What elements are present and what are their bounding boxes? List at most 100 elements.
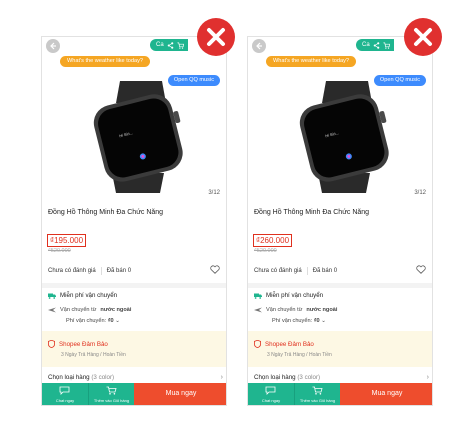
shipping-origin-value: nước ngoài: [100, 307, 132, 313]
back-button[interactable]: [46, 39, 60, 53]
shipping-fee-row[interactable]: Phí vận chuyển: ₫0 ⌄: [272, 318, 326, 324]
rating-text: Chưa có đánh giá: [254, 268, 302, 274]
image-counter: 3/12: [414, 190, 426, 196]
variant-label-row: Chọn loại hàng (3 color): [254, 374, 320, 381]
shield-icon: [48, 340, 55, 348]
plane-icon: [48, 307, 56, 313]
buy-now-button[interactable]: Mua ngay: [134, 383, 226, 405]
share-pill-label: Ca: [156, 42, 164, 48]
share-icon: [167, 41, 173, 49]
variant-label-row: Chọn loại hàng (3 color): [48, 374, 114, 381]
variant-label: Chọn loại hàng: [254, 374, 296, 381]
variant-count: (3 color): [91, 374, 115, 381]
shopee-guarantee-section[interactable]: Shopee Đảm Bảo 3 Ngày Trả Hàng / Hoàn Ti…: [248, 331, 432, 367]
share-icon: [373, 41, 379, 49]
chevron-down-icon: ⌄: [321, 318, 326, 324]
free-shipping-label: Miễn phí vận chuyển: [60, 292, 118, 299]
sold-count: Đã bán 0: [106, 268, 132, 274]
buy-now-button[interactable]: Mua ngay: [340, 383, 432, 405]
share-pill-label: Ca: [362, 42, 370, 48]
add-cart-icon: [312, 386, 323, 395]
truck-icon: [254, 293, 262, 299]
free-shipping-label: Miễn phí vận chuyển: [266, 292, 324, 299]
chat-now-label: Chat ngay: [55, 398, 75, 403]
divider: [100, 267, 102, 275]
guarantee-title: Shopee Đảm Bảo: [265, 340, 314, 348]
shipping-fee-value: ₫0: [107, 318, 114, 324]
chevron-right-icon: ›: [426, 374, 429, 381]
shipping-fee-label: Phí vận chuyển:: [66, 318, 107, 324]
chevron-down-icon: ⌄: [115, 318, 120, 324]
rating-row: Chưa có đánh giá Đã bán 0: [48, 267, 131, 275]
guarantee-title-row: Shopee Đảm Bảo: [48, 340, 108, 348]
rating-row: Chưa có đánh giá Đã bán 0: [254, 267, 337, 275]
product-price: ₫260.000: [253, 234, 293, 247]
product-title: Đồng Hồ Thông Minh Đa Chức Năng: [254, 209, 370, 216]
chat-icon: [59, 386, 70, 395]
guarantee-title-row: Shopee Đảm Bảo: [254, 340, 314, 348]
chevron-right-icon: ›: [220, 374, 223, 381]
comparison-stage: Ca What's the weather like today? Open Q…: [0, 0, 475, 424]
close-button-left[interactable]: [197, 18, 235, 56]
chat-icon: [265, 386, 276, 395]
cart-icon: [177, 42, 184, 49]
add-to-cart-label: Thêm vào Giỏ hàng: [299, 398, 336, 403]
smartwatch-image[interactable]: Hi Siri...: [288, 81, 398, 193]
guarantee-subtitle: 3 Ngày Trả Hàng / Hoàn Tiền: [61, 352, 126, 358]
shipping-origin-prefix: Vận chuyển từ: [266, 307, 303, 313]
add-to-cart-button[interactable]: Thêm vào Giỏ hàng: [294, 383, 340, 405]
heart-icon[interactable]: [210, 265, 220, 274]
bottom-action-bar: Chat ngay Thêm vào Giỏ hàng Mua ngay: [42, 383, 226, 405]
close-icon: [414, 28, 432, 46]
close-button-right[interactable]: [404, 18, 442, 56]
shield-icon: [254, 340, 261, 348]
close-icon: [207, 28, 225, 46]
voice-query-bubble: What's the weather like today?: [60, 56, 151, 67]
guarantee-title: Shopee Đảm Bảo: [59, 340, 108, 348]
variant-selector[interactable]: Chọn loại hàng (3 color) ›: [248, 371, 432, 383]
chat-now-button[interactable]: Chat ngay: [42, 383, 88, 405]
sold-count: Đã bán 0: [312, 268, 338, 274]
free-shipping-row[interactable]: Miễn phí vận chuyển: [48, 292, 117, 299]
shipping-fee-row[interactable]: Phí vận chuyển: ₫0 ⌄: [66, 318, 120, 324]
shipping-origin-prefix: Vận chuyển từ: [60, 307, 97, 313]
bottom-action-bar: Chat ngay Thêm vào Giỏ hàng Mua ngay: [248, 383, 432, 405]
shipping-origin-row: Vận chuyển từ nước ngoài: [254, 307, 337, 313]
free-shipping-row[interactable]: Miễn phí vận chuyển: [254, 292, 323, 299]
guarantee-subtitle: 3 Ngày Trả Hàng / Hoàn Tiền: [267, 352, 332, 358]
shopee-guarantee-section[interactable]: Shopee Đảm Bảo 3 Ngày Trả Hàng / Hoàn Ti…: [42, 331, 226, 367]
section-divider: [248, 283, 432, 288]
heart-icon[interactable]: [416, 265, 426, 274]
shipping-origin-value: nước ngoài: [306, 307, 338, 313]
chat-now-button[interactable]: Chat ngay: [248, 383, 294, 405]
share-pill[interactable]: Ca: [356, 39, 394, 51]
variant-selector[interactable]: Chọn loại hàng (3 color) ›: [42, 371, 226, 383]
product-price: ₫195.000: [47, 234, 87, 247]
variant-label: Chọn loại hàng: [48, 374, 90, 381]
product-screen-left: Ca What's the weather like today? Open Q…: [41, 36, 227, 406]
add-cart-icon: [106, 386, 117, 395]
back-button[interactable]: [252, 39, 266, 53]
original-price: ₫520.000: [254, 248, 277, 254]
add-to-cart-label: Thêm vào Giỏ hàng: [93, 398, 130, 403]
arrow-left-icon: [50, 42, 56, 50]
variant-count: (3 color): [297, 374, 321, 381]
plane-icon: [254, 307, 262, 313]
arrow-left-icon: [256, 42, 262, 50]
product-title: Đồng Hồ Thông Minh Đa Chức Năng: [48, 209, 164, 216]
shipping-fee-value: ₫0: [313, 318, 320, 324]
share-pill[interactable]: Ca: [150, 39, 188, 51]
voice-query-bubble: What's the weather like today?: [266, 56, 357, 67]
section-divider: [42, 283, 226, 288]
image-counter: 3/12: [208, 190, 220, 196]
divider: [306, 267, 308, 275]
original-price: ₫520.000: [48, 248, 71, 254]
shipping-origin-row: Vận chuyển từ nước ngoài: [48, 307, 131, 313]
cart-icon: [383, 42, 390, 49]
smartwatch-image[interactable]: Hi Siri...: [82, 81, 192, 193]
truck-icon: [48, 293, 56, 299]
shipping-fee-label: Phí vận chuyển:: [272, 318, 313, 324]
product-screen-right: Ca What's the weather like today? Open Q…: [247, 36, 433, 406]
rating-text: Chưa có đánh giá: [48, 268, 96, 274]
add-to-cart-button[interactable]: Thêm vào Giỏ hàng: [88, 383, 134, 405]
